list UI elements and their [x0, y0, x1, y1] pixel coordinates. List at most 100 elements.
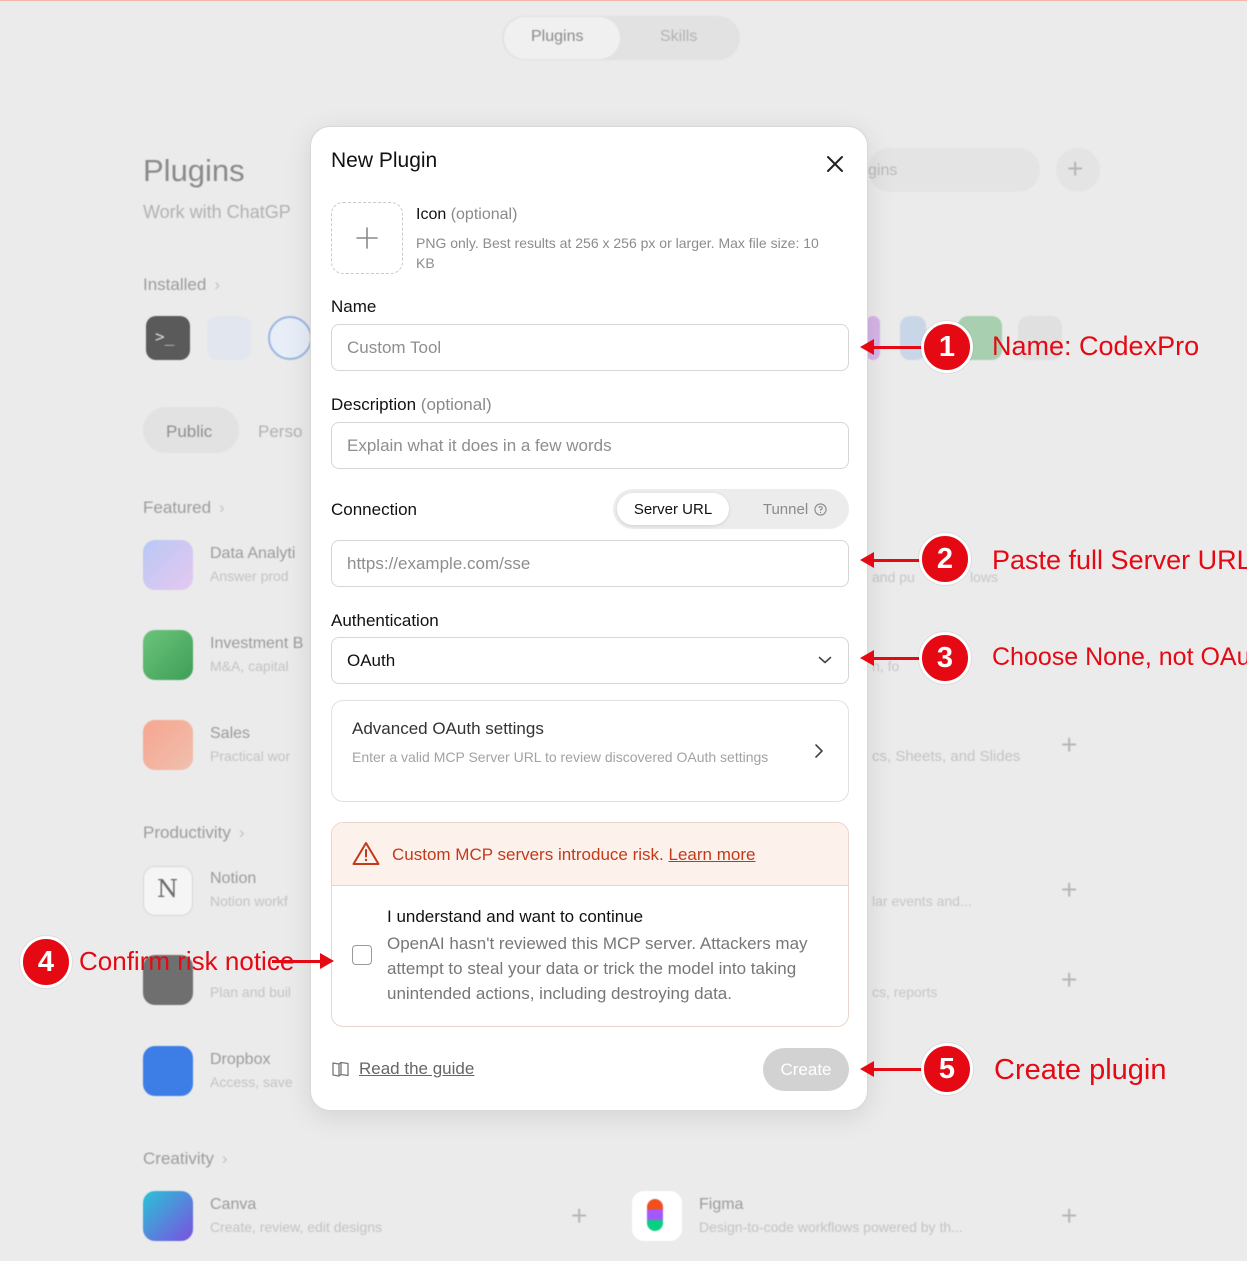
acknowledge-checkbox[interactable] — [352, 945, 372, 965]
read-guide-label: Read the guide — [359, 1059, 475, 1078]
terminal-glyph: >_ — [155, 327, 175, 346]
connection-toggle: Server URL Tunnel — [613, 489, 849, 529]
annotation-arrow — [860, 339, 922, 355]
right-desc-fragment: lar events and... — [872, 893, 972, 909]
tunnel-label: Tunnel — [762, 500, 809, 518]
figma-glyph — [647, 1199, 663, 1231]
annotation-badge: 3 — [919, 632, 971, 684]
plus-icon[interactable]: + — [1061, 966, 1077, 994]
new-plugin-dialog: New Plugin Icon (optional) PNG only. Bes… — [310, 126, 868, 1111]
name-input[interactable] — [331, 324, 849, 371]
plugin-name: Figma — [699, 1196, 744, 1213]
authentication-select[interactable]: OAuth — [331, 637, 849, 684]
server-url-input[interactable] — [331, 540, 849, 587]
annotation-arrow — [860, 650, 922, 666]
plugin-desc: M&A, capital — [210, 658, 289, 674]
annotation-text: Name: CodexPro — [992, 331, 1200, 361]
section-featured[interactable]: Featured › — [143, 498, 225, 518]
plugin-desc: Plan and buil — [210, 984, 291, 1000]
right-desc-fragment: cs, reports — [872, 984, 938, 1000]
notion-glyph: N — [157, 875, 178, 903]
filter-public[interactable]: Public — [166, 422, 212, 442]
plus-icon[interactable]: + — [1061, 731, 1077, 759]
warning-icon — [352, 842, 380, 865]
read-guide-link[interactable]: Read the guide — [331, 1059, 474, 1079]
plugin-desc: Access, save — [210, 1074, 293, 1090]
annotation-text: Paste full Server URL — [992, 545, 1247, 575]
search-placeholder: gins — [868, 162, 898, 179]
authentication-label: Authentication — [331, 611, 439, 630]
right-desc-fragment: n, fo — [872, 658, 900, 674]
canva-icon[interactable] — [143, 1191, 193, 1241]
icon-upload-button[interactable] — [331, 202, 403, 274]
shield-icon[interactable] — [268, 316, 312, 360]
book-icon — [332, 1061, 349, 1077]
create-button[interactable]: Create — [763, 1048, 849, 1091]
annotation-text: Choose None, not OAuth — [992, 643, 1247, 671]
page-subtitle: Work with ChatGP — [143, 202, 291, 222]
plugin-name: Canva — [210, 1196, 257, 1213]
advanced-title: Advanced OAuth settings — [352, 719, 544, 738]
advanced-desc: Enter a valid MCP Server URL to review d… — [352, 749, 769, 765]
section-installed[interactable]: Installed › — [143, 275, 220, 295]
annotation-arrow — [860, 552, 922, 568]
plugin-name: Dropbox — [210, 1051, 271, 1068]
plugin-name: Investment B — [210, 635, 304, 652]
help-circle-icon — [814, 502, 827, 516]
acknowledge-title: I understand and want to continue — [387, 907, 644, 926]
annotation-arrow — [860, 1061, 922, 1077]
section-productivity[interactable]: Productivity › — [143, 823, 245, 843]
tab-plugins[interactable]: Plugins — [531, 28, 583, 46]
server-url-option[interactable]: Server URL — [617, 493, 729, 525]
advanced-oauth-settings[interactable]: Advanced OAuth settings Enter a valid MC… — [331, 700, 849, 802]
close-icon — [827, 156, 843, 172]
authentication-value: OAuth — [347, 651, 396, 670]
data-analytics-icon[interactable] — [143, 540, 193, 590]
connection-label: Connection — [331, 500, 418, 519]
chevron-right-icon — [815, 744, 823, 758]
plus-icon[interactable]: + — [1061, 876, 1077, 904]
description-label: Description (optional) — [331, 395, 492, 414]
icon-label: Icon (optional) — [416, 206, 518, 223]
learn-more-link[interactable]: Learn more — [669, 845, 756, 864]
filter-personal[interactable]: Perso — [258, 422, 302, 442]
handshake-icon[interactable] — [143, 720, 193, 770]
risk-header: Custom MCP servers introduce risk. Learn… — [332, 823, 848, 886]
risk-text: Custom MCP servers introduce risk. Learn… — [392, 845, 756, 864]
name-label: Name — [331, 297, 377, 316]
plugin-desc: Notion workf — [210, 893, 288, 909]
plus-icon[interactable]: + — [1061, 1202, 1077, 1230]
dropbox-icon[interactable] — [143, 1046, 193, 1096]
plus-icon[interactable]: + — [571, 1202, 587, 1230]
plugin-desc: Create, review, edit designs — [210, 1219, 382, 1235]
tab-skills[interactable]: Skills — [660, 28, 697, 46]
page-title: Plugins — [143, 153, 245, 188]
plugin-name: Data Analyti — [210, 545, 296, 562]
description-input[interactable] — [331, 422, 849, 469]
annotation-badge: 2 — [919, 533, 971, 585]
annotation-badge: 1 — [921, 321, 973, 373]
acknowledge-desc: OpenAI hasn't reviewed this MCP server. … — [387, 934, 808, 1003]
plus-icon — [356, 227, 378, 249]
right-desc-fragment: cs, Sheets, and Slides — [872, 748, 1021, 765]
close-button[interactable] — [821, 150, 849, 178]
window-icon[interactable] — [207, 316, 251, 360]
annotation-arrow — [272, 953, 334, 969]
tunnel-option[interactable]: Tunnel — [745, 493, 845, 525]
plugin-name: Notion — [210, 870, 257, 887]
plugin-desc: Answer prod — [210, 568, 289, 584]
risk-notice: Custom MCP servers introduce risk. Learn… — [331, 822, 849, 1027]
plugin-name: Sales — [210, 725, 251, 742]
annotation-text: Create plugin — [994, 1054, 1167, 1086]
annotation-badge: 5 — [921, 1043, 973, 1095]
section-creativity[interactable]: Creativity › — [143, 1149, 228, 1169]
annotation-badge: 4 — [20, 936, 72, 988]
annotation-text: Confirm risk notice — [79, 946, 295, 976]
bank-icon[interactable] — [143, 630, 193, 680]
icon-help-text: PNG only. Best results at 256 x 256 px o… — [416, 235, 819, 271]
plus-icon: + — [1067, 153, 1084, 184]
plugin-desc: Practical wor — [210, 748, 291, 764]
dialog-title: New Plugin — [331, 149, 438, 172]
chevron-down-icon — [818, 656, 832, 664]
plugin-desc: Design-to-code workflows powered by th..… — [699, 1219, 963, 1235]
